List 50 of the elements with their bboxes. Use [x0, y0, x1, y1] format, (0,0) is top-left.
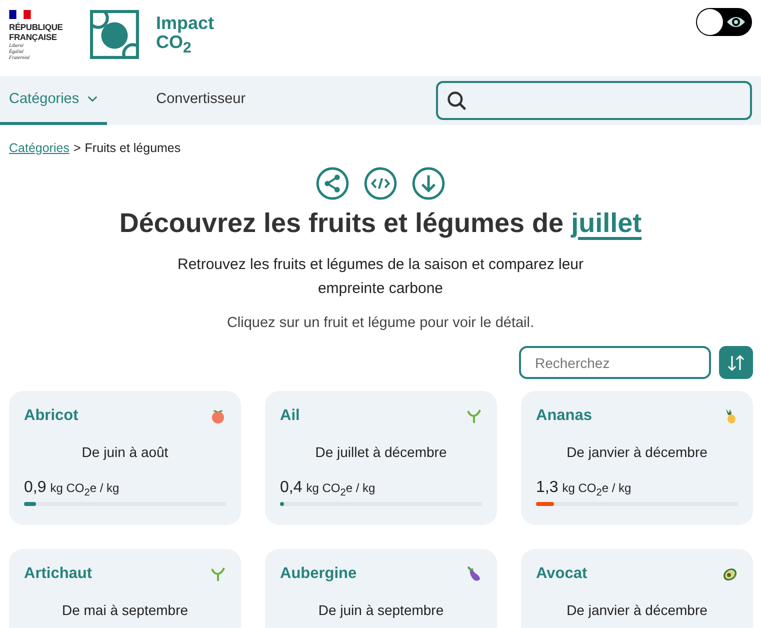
co2-unit: kg CO$_{2}$e / kg — [306, 481, 376, 498]
season-text: De janvier à décembre — [566, 602, 708, 618]
contrast-toggle[interactable] — [696, 8, 752, 36]
eye-icon — [726, 15, 746, 29]
page-subtitle: Retrouvez les fruits et légumes de la saison et comparez leur empreinte carbone — [176, 255, 585, 299]
search-field[interactable] — [436, 81, 752, 120]
sprout-icon — [210, 566, 226, 582]
search-icon — [446, 90, 468, 112]
produce-card[interactable]: Ail De juillet à décembre 0,4 kg CO$_{2}$e / kg — [265, 391, 497, 525]
produce-name: Abricot — [24, 407, 78, 425]
sprout-icon — [466, 408, 482, 424]
breadcrumb-current: Fruits et légumes — [84, 141, 181, 155]
hint-text: Cliquez sur un fruit et légume pour voir le détail. — [226, 315, 536, 331]
sort-icon — [726, 352, 746, 372]
produce-card[interactable]: Avocat De janvier à décembre — [521, 549, 753, 628]
nav-tab[interactable]: Convertisseur — [147, 76, 255, 125]
breadcrumb-separator: > — [73, 141, 81, 155]
co2-value: 0,9 — [24, 479, 46, 497]
page-title: Découvrez les fruits et légumes de — [119, 208, 564, 238]
produce-name: Artichaut — [24, 565, 92, 583]
season-text: De mai à septembre — [60, 602, 190, 618]
produce-card[interactable]: Ananas De janvier à décembre 1,3 kg CO$_{2}$e / kg — [521, 391, 753, 525]
co2-unit: kg CO$_{2}$e / kg — [50, 481, 120, 498]
peach-icon — [210, 408, 226, 424]
season-text: De juin à septembre — [317, 602, 445, 618]
co2-value: 0,4 — [280, 479, 302, 497]
produce-card[interactable]: Artichaut De mai à septembre — [9, 549, 241, 628]
circles-logo-icon — [90, 10, 139, 58]
share-icon[interactable] — [316, 167, 349, 200]
code-icon[interactable] — [364, 167, 397, 200]
produce-card[interactable]: Aubergine De juin à septembre — [265, 549, 497, 628]
nav-tab[interactable]: Catégories — [0, 76, 108, 125]
produce-name: Ananas — [536, 407, 592, 425]
avocado-icon — [722, 566, 738, 582]
breadcrumb-link[interactable]: Catégories — [9, 141, 70, 155]
season-text: De juin à août — [80, 444, 170, 460]
season-text: De juillet à décembre — [314, 444, 448, 460]
co2-value: 1,3 — [536, 479, 558, 497]
site-name[interactable]: Impact CO$_{2}$ — [156, 14, 214, 58]
produce-name: Ail — [280, 407, 300, 425]
month-link[interactable]: juillet — [571, 208, 642, 238]
filter-field[interactable]: Recherchez — [519, 346, 711, 379]
produce-name: Aubergine — [280, 565, 357, 583]
produce-name: Avocat — [536, 565, 588, 583]
download-icon[interactable] — [412, 167, 445, 200]
eggplant-icon — [466, 566, 482, 582]
produce-card[interactable]: Abricot De juin à août 0,9 kg CO$_{2}$e / kg — [9, 391, 241, 525]
co2-unit: kg CO$_{2}$e / kg — [562, 481, 632, 498]
sort-button[interactable] — [719, 346, 753, 379]
season-text: De janvier à décembre — [566, 444, 708, 460]
